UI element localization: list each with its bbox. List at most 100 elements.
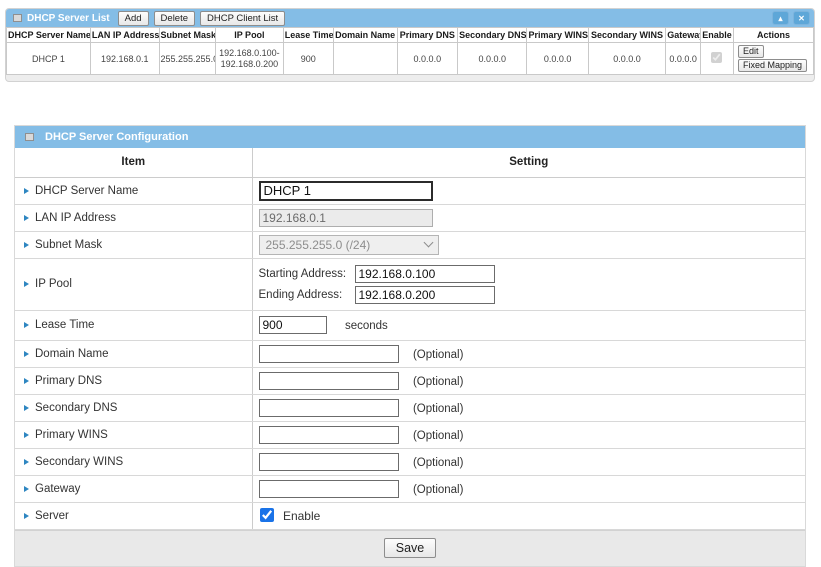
lease-time-setting-cell: seconds <box>252 310 805 340</box>
bullet-arrow-icon <box>24 486 29 492</box>
bullet-arrow-icon <box>24 351 29 357</box>
subnet-mask-setting-cell: 255.255.255.0 (/24) <box>252 231 805 258</box>
bullet-arrow-icon <box>24 242 29 248</box>
lan-ip-label: LAN IP Address <box>35 212 116 224</box>
primary-wins-setting-cell: (Optional) <box>252 421 805 448</box>
config-footer: Save <box>15 530 805 566</box>
col-gateway: Gateway <box>666 28 701 43</box>
dhcp-server-list-title: DHCP Server List <box>27 13 110 24</box>
config-header-row: Item Setting <box>15 148 805 177</box>
row-gateway: Gateway (Optional) <box>15 475 805 502</box>
subnet-mask-label: Subnet Mask <box>35 239 102 251</box>
secondary-dns-label-cell: Secondary DNS <box>15 394 252 421</box>
primary-dns-setting-cell: (Optional) <box>252 367 805 394</box>
col-actions: Actions <box>734 28 814 43</box>
dhcp-server-name-setting-cell <box>252 177 805 204</box>
primary-wins-input[interactable] <box>259 426 399 444</box>
fixed-mapping-button[interactable]: Fixed Mapping <box>738 59 807 72</box>
row-server: Server Enable <box>15 502 805 529</box>
add-button[interactable]: Add <box>118 11 149 26</box>
subnet-mask-label-cell: Subnet Mask <box>15 231 252 258</box>
row-lan-ip-address: LAN IP Address <box>15 204 805 231</box>
list-header-row: DHCP Server Name LAN IP Address Subnet M… <box>7 28 814 43</box>
bullet-arrow-icon <box>24 188 29 194</box>
dhcp-server-list-table: DHCP Server Name LAN IP Address Subnet M… <box>6 27 814 75</box>
server-enable-checkbox[interactable] <box>260 508 274 522</box>
ending-address-label: Ending Address: <box>259 289 355 301</box>
primary-wins-label: Primary WINS <box>35 429 108 441</box>
domain-name-input[interactable] <box>259 345 399 363</box>
primary-dns-optional-note: (Optional) <box>413 376 464 388</box>
cell-secondary-wins: 0.0.0.0 <box>588 43 665 75</box>
secondary-wins-label: Secondary WINS <box>35 456 123 468</box>
dhcp-server-name-label: DHCP Server Name <box>35 185 138 197</box>
dhcp-server-configuration-table: Item Setting DHCP Server Name LAN IP Add… <box>15 148 805 530</box>
col-secondary-wins: Secondary WINS <box>588 28 665 43</box>
gateway-label: Gateway <box>35 483 80 495</box>
primary-dns-label-cell: Primary DNS <box>15 367 252 394</box>
dhcp-server-configuration-header: DHCP Server Configuration <box>15 126 805 148</box>
secondary-wins-optional-note: (Optional) <box>413 457 464 469</box>
starting-address-input[interactable] <box>355 265 495 283</box>
dhcp-server-name-label-cell: DHCP Server Name <box>15 177 252 204</box>
primary-dns-input[interactable] <box>259 372 399 390</box>
bullet-arrow-icon <box>24 322 29 328</box>
bullet-arrow-icon <box>24 378 29 384</box>
server-setting-cell: Enable <box>252 502 805 529</box>
col-primary-dns: Primary DNS <box>397 28 458 43</box>
dhcp-client-list-button[interactable]: DHCP Client List <box>200 11 285 26</box>
primary-wins-label-cell: Primary WINS <box>15 421 252 448</box>
secondary-wins-setting-cell: (Optional) <box>252 448 805 475</box>
col-domain-name: Domain Name <box>333 28 397 43</box>
cell-ip-pool: 192.168.0.100- 192.168.0.200 <box>216 43 284 75</box>
cell-lease-time: 900 <box>283 43 333 75</box>
bullet-arrow-icon <box>24 281 29 287</box>
subnet-mask-select: 255.255.255.0 (/24) <box>259 235 439 255</box>
chevron-down-icon <box>423 238 433 248</box>
gateway-optional-note: (Optional) <box>413 484 464 496</box>
lan-ip-label-cell: LAN IP Address <box>15 204 252 231</box>
cell-lan-ip: 192.168.0.1 <box>90 43 159 75</box>
ending-address-input[interactable] <box>355 286 495 304</box>
bullet-arrow-icon <box>24 432 29 438</box>
setting-header: Setting <box>252 148 805 177</box>
ip-pool-setting-cell: Starting Address: Ending Address: <box>252 258 805 310</box>
row-domain-name: Domain Name (Optional) <box>15 340 805 367</box>
gateway-input[interactable] <box>259 480 399 498</box>
lease-time-label: Lease Time <box>35 319 94 331</box>
delete-button[interactable]: Delete <box>154 11 195 26</box>
secondary-dns-optional-note: (Optional) <box>413 403 464 415</box>
lease-time-unit: seconds <box>345 320 388 332</box>
bullet-arrow-icon <box>24 459 29 465</box>
lease-time-input[interactable] <box>259 316 327 334</box>
row-subnet-mask: Subnet Mask 255.255.255.0 (/24) <box>15 231 805 258</box>
primary-wins-optional-note: (Optional) <box>413 430 464 442</box>
subnet-mask-selected-value: 255.255.255.0 (/24) <box>266 238 371 252</box>
dhcp-server-list-header: DHCP Server List Add Delete DHCP Client … <box>6 9 814 27</box>
collapse-panel-icon[interactable]: ▴ <box>772 11 789 25</box>
ip-pool-end: 192.168.0.200 <box>217 59 282 70</box>
close-panel-icon[interactable]: ✕ <box>793 11 810 25</box>
dhcp-server-configuration-title: DHCP Server Configuration <box>45 131 188 143</box>
starting-address-label: Starting Address: <box>259 268 355 280</box>
bullet-arrow-icon <box>24 405 29 411</box>
secondary-dns-input[interactable] <box>259 399 399 417</box>
row-lease-time: Lease Time seconds <box>15 310 805 340</box>
dhcp-server-name-input[interactable] <box>259 181 433 201</box>
bullet-arrow-icon <box>24 215 29 221</box>
secondary-wins-input[interactable] <box>259 453 399 471</box>
save-button[interactable]: Save <box>384 538 437 558</box>
cell-actions: Edit Fixed Mapping <box>734 43 814 75</box>
edit-button[interactable]: Edit <box>738 45 764 58</box>
col-secondary-dns: Secondary DNS <box>458 28 527 43</box>
dhcp-server-configuration-panel: DHCP Server Configuration Item Setting D… <box>14 125 806 567</box>
secondary-wins-label-cell: Secondary WINS <box>15 448 252 475</box>
ip-pool-start: 192.168.0.100- <box>217 48 282 59</box>
col-dhcp-server-name: DHCP Server Name <box>7 28 91 43</box>
server-label: Server <box>35 510 69 522</box>
panel-box-icon <box>25 133 34 141</box>
row-primary-wins: Primary WINS (Optional) <box>15 421 805 448</box>
gateway-setting-cell: (Optional) <box>252 475 805 502</box>
row-secondary-wins: Secondary WINS (Optional) <box>15 448 805 475</box>
cell-server-name: DHCP 1 <box>7 43 91 75</box>
